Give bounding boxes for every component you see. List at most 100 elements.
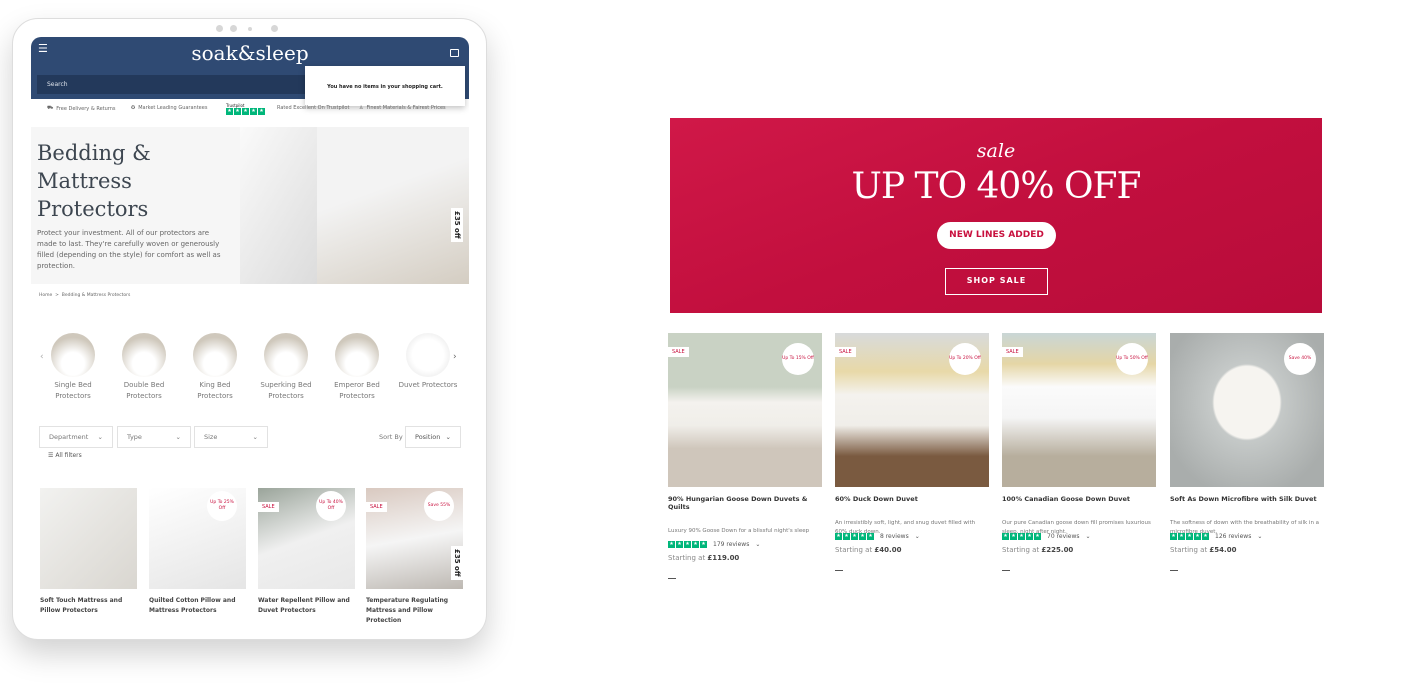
usp-rated: Rated Excellent On Trustpilot bbox=[277, 105, 350, 111]
product-title[interactable]: Temperature Regulating Mattress and Pill… bbox=[366, 596, 463, 626]
rating-stars: ★ ★ ★ ★ ★ bbox=[835, 533, 874, 540]
product-card[interactable]: Up To 25% Off Quilted Cotton Pillow and M… bbox=[149, 488, 246, 616]
sale-tag: SALE bbox=[835, 347, 856, 357]
page-title: Bedding & Mattress Protectors bbox=[37, 141, 151, 221]
chevron-down-icon: ⌄ bbox=[1257, 533, 1263, 540]
discount-tag: £35 off bbox=[451, 546, 463, 580]
usp-delivery: ⛟ Free Delivery & Returns bbox=[47, 105, 116, 112]
rating-row[interactable]: ★ ★ ★ ★ ★ 8 reviews ⌄ bbox=[835, 533, 989, 540]
category-image bbox=[335, 333, 379, 377]
category-image bbox=[406, 333, 450, 377]
product-card[interactable]: Soft Touch Mattress and Pillow Protector… bbox=[40, 488, 137, 616]
category-image bbox=[193, 333, 237, 377]
product-title[interactable]: 90% Hungarian Goose Down Duvets & Quilts bbox=[668, 495, 822, 511]
trustpilot-stars: ★ ★ ★ ★ ★ bbox=[226, 108, 265, 115]
product-card[interactable]: SALE Save 55% £35 off Temperature Regulatin… bbox=[366, 488, 463, 626]
department-filter[interactable]: Department ⌄ bbox=[39, 426, 113, 448]
rating-stars: ★ ★ ★ ★ ★ bbox=[1170, 533, 1209, 540]
category-duvet[interactable]: Duvet Protectors bbox=[398, 333, 458, 391]
category-single[interactable]: Single Bed Protectors bbox=[43, 333, 103, 402]
sale-tag: SALE bbox=[1002, 347, 1023, 357]
camera-dot bbox=[271, 25, 278, 32]
logo[interactable]: soak&sleep bbox=[31, 41, 469, 65]
chevron-down-icon: ⌄ bbox=[252, 433, 258, 441]
product-price: Starting at £119.00 bbox=[668, 554, 740, 562]
size-filter[interactable]: Size ⌄ bbox=[194, 426, 268, 448]
product-price: Starting at £225.00 bbox=[1002, 546, 1074, 554]
product-card[interactable]: SALE Up To 15% Off 90% Hungarian Goose Do… bbox=[668, 333, 822, 579]
type-filter[interactable]: Type ⌄ bbox=[117, 426, 191, 448]
product-title[interactable]: 100% Canadian Goose Down Duvet bbox=[1002, 495, 1156, 503]
product-image: SALE Up To 15% Off bbox=[668, 333, 822, 487]
product-image: Save 40% bbox=[1170, 333, 1324, 487]
usp-guarantee: ✪ Market Leading Guarantees bbox=[131, 105, 208, 111]
product-card[interactable]: Save 40% Soft As Down Microfibre with Si… bbox=[1170, 333, 1324, 571]
sliders-icon: ☰ bbox=[48, 452, 54, 459]
category-superking[interactable]: Superking Bed Protectors bbox=[256, 333, 316, 402]
category-emperor[interactable]: Emperor Bed Protectors bbox=[327, 333, 387, 402]
usp-materials: ♙ Finest Materials & Fairest Prices bbox=[359, 105, 446, 111]
product-title[interactable]: Quilted Cotton Pillow and Mattress Prote… bbox=[149, 596, 246, 616]
discount-badge: Save 40% bbox=[1284, 343, 1316, 375]
product-image bbox=[40, 488, 137, 589]
sale-tag: SALE bbox=[668, 347, 689, 357]
sort-label: Sort By bbox=[379, 433, 403, 441]
breadcrumb-home[interactable]: Home bbox=[39, 293, 52, 298]
chevron-down-icon: ⌄ bbox=[445, 433, 451, 441]
divider bbox=[1170, 570, 1178, 571]
product-image: SALE Up To 40% Off bbox=[258, 488, 355, 589]
badge-icon: ✪ bbox=[131, 105, 136, 111]
hero-image-protectors bbox=[317, 127, 469, 284]
discount-badge: Up To 40% Off bbox=[316, 491, 346, 521]
chevron-down-icon: ⌄ bbox=[97, 433, 103, 441]
product-card[interactable]: SALE Up To 40% Off Water Repellent Pillow … bbox=[258, 488, 355, 616]
rating-row[interactable]: ★ ★ ★ ★ ★ 70 reviews ⌄ bbox=[1002, 533, 1156, 540]
product-price: Starting at £40.00 bbox=[835, 546, 902, 554]
product-image: SALE Up To 50% Off bbox=[1002, 333, 1156, 487]
product-title[interactable]: Water Repellent Pillow and Duvet Protect… bbox=[258, 596, 355, 616]
category-image bbox=[122, 333, 166, 377]
rating-stars: ★ ★ ★ ★ ★ bbox=[1002, 533, 1041, 540]
hero-description: Protect your investment. All of our prot… bbox=[37, 229, 221, 270]
sort-select[interactable]: Position ⌄ bbox=[405, 426, 461, 448]
category-king[interactable]: King Bed Protectors bbox=[185, 333, 245, 402]
category-image bbox=[51, 333, 95, 377]
breadcrumb: Home > Bedding & Mattress Protectors bbox=[39, 293, 131, 298]
product-title[interactable]: Soft Touch Mattress and Pillow Protector… bbox=[40, 596, 137, 616]
banner-script: sale bbox=[976, 140, 1016, 162]
product-card[interactable]: SALE Up To 20% Off 60% Duck Down Duvet An… bbox=[835, 333, 989, 571]
camera-dot bbox=[216, 25, 223, 32]
shop-sale-button[interactable]: SHOP SALE bbox=[945, 268, 1048, 295]
camera-dot bbox=[230, 25, 237, 32]
product-title[interactable]: Soft As Down Microfibre with Silk Duvet bbox=[1170, 495, 1324, 503]
divider bbox=[668, 578, 676, 579]
product-card[interactable]: SALE Up To 50% Off 100% Canadian Goose Do… bbox=[1002, 333, 1156, 571]
discount-badge: Up To 25% Off bbox=[207, 491, 237, 521]
all-filters-button[interactable]: ☰ All filters bbox=[48, 452, 82, 459]
camera-dot bbox=[248, 27, 252, 31]
chevron-down-icon: ⌄ bbox=[914, 533, 920, 540]
person-icon: ♙ bbox=[359, 105, 364, 111]
sale-banner[interactable]: sale UP TO 40% OFF NEW LINES ADDED SHOP … bbox=[670, 118, 1322, 313]
breadcrumb-current: Bedding & Mattress Protectors bbox=[61, 293, 131, 298]
truck-icon: ⛟ bbox=[47, 105, 54, 111]
cart-dropdown: You have no items in your shopping cart. bbox=[305, 66, 465, 106]
shopping-bag-icon[interactable] bbox=[450, 49, 459, 57]
divider bbox=[1002, 570, 1010, 571]
chevron-down-icon: ⌄ bbox=[755, 541, 761, 548]
product-title[interactable]: 60% Duck Down Duvet bbox=[835, 495, 989, 503]
discount-badge: Save 55% bbox=[424, 491, 454, 521]
category-double[interactable]: Double Bed Protectors bbox=[114, 333, 174, 402]
chevron-down-icon: ⌄ bbox=[175, 433, 181, 441]
product-image: SALE Save 55% £35 off bbox=[366, 488, 463, 589]
sale-tag: SALE bbox=[258, 502, 279, 512]
new-lines-button[interactable]: NEW LINES ADDED bbox=[937, 222, 1056, 249]
rating-row[interactable]: ★ ★ ★ ★ ★ 179 reviews ⌄ bbox=[668, 541, 822, 548]
trustpilot-widget[interactable]: Trustpilot ★ ★ ★ ★ ★ bbox=[226, 103, 265, 115]
discount-badge: Up To 15% Off bbox=[782, 343, 814, 375]
rating-stars: ★ ★ ★ ★ ★ bbox=[668, 541, 707, 548]
chevron-down-icon: ⌄ bbox=[1085, 533, 1091, 540]
category-image bbox=[264, 333, 308, 377]
rating-row[interactable]: ★ ★ ★ ★ ★ 126 reviews ⌄ bbox=[1170, 533, 1324, 540]
product-price: Starting at £54.00 bbox=[1170, 546, 1237, 554]
